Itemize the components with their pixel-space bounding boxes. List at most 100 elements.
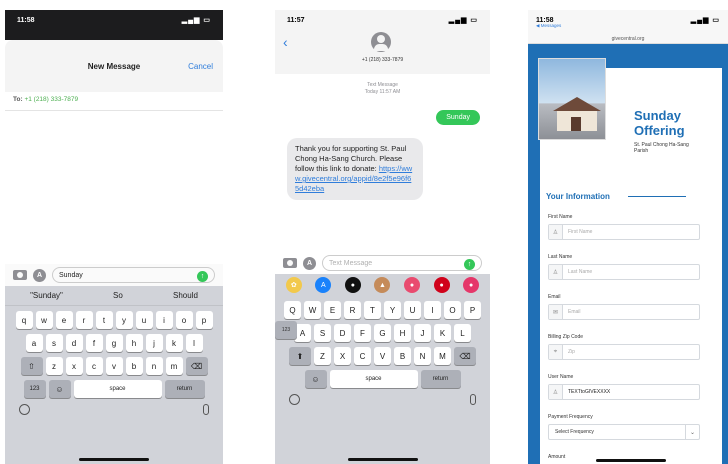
microphone-icon[interactable]	[470, 394, 476, 405]
stickers-app-icon[interactable]: ●	[404, 277, 421, 293]
zip-input[interactable]: ⌖ Zip	[548, 344, 700, 360]
phone1-key-s[interactable]: s	[45, 334, 63, 352]
username-input[interactable]: ♙ TEXTtoGIVEXXXX	[548, 384, 700, 400]
phone2-key-t[interactable]: T	[364, 301, 381, 319]
last-name-input[interactable]: ♙ Last Name	[548, 264, 700, 280]
phone2-key-h[interactable]: H	[394, 324, 411, 342]
phone1-key-i[interactable]: i	[155, 311, 173, 329]
phone2-key-c[interactable]: C	[354, 347, 371, 365]
phone2-key-o[interactable]: O	[444, 301, 461, 319]
phone2-key-x[interactable]: X	[334, 347, 351, 365]
phone2-key-e[interactable]: E	[324, 301, 341, 319]
phone2-key-f[interactable]: F	[354, 324, 371, 342]
send-arrow-icon[interactable]: ↑	[197, 271, 208, 282]
phone2-key-d[interactable]: D	[334, 324, 351, 342]
space-key[interactable]: space	[73, 380, 162, 398]
prediction-3[interactable]: Should	[173, 291, 198, 300]
recipient-field[interactable]: To: +1 (218) 333-7879	[13, 96, 78, 103]
app-store-icon[interactable]: A	[33, 268, 46, 282]
status-time: 11:58	[17, 16, 35, 24]
phone1-key-f[interactable]: f	[85, 334, 103, 352]
app-store-app-icon[interactable]: A	[315, 277, 332, 293]
phone2-key-p[interactable]: P	[464, 301, 481, 319]
prediction-1[interactable]: "Sunday"	[30, 291, 63, 300]
photos-app-icon[interactable]: ✿	[285, 277, 302, 293]
conversation-header: 11:57 ▂▄▆ ▭ ‹ +1 (218) 333-7879	[275, 10, 490, 74]
phone2-key-m[interactable]: M	[434, 347, 451, 365]
phone2-key-g[interactable]: G	[374, 324, 391, 342]
emoji-key-icon[interactable]: ☺	[48, 380, 71, 398]
phone2-key-v[interactable]: V	[374, 347, 391, 365]
send-arrow-icon[interactable]: ↑	[464, 259, 475, 270]
phone1-key-m[interactable]: m	[165, 357, 183, 375]
phone1-key-c[interactable]: c	[85, 357, 103, 375]
delete-key-icon[interactable]: ⌫	[454, 347, 476, 365]
back-chevron-icon[interactable]: ‹	[283, 34, 288, 50]
return-key[interactable]: return	[420, 370, 461, 388]
phone1-key-y[interactable]: y	[115, 311, 133, 329]
phone2-key-l[interactable]: L	[454, 324, 471, 342]
phone1-key-g[interactable]: g	[105, 334, 123, 352]
phone2-key-b[interactable]: B	[394, 347, 411, 365]
phone2-key-n[interactable]: N	[414, 347, 431, 365]
contact-avatar[interactable]	[371, 32, 391, 52]
phone1-key-x[interactable]: x	[65, 357, 83, 375]
return-key[interactable]: return	[164, 380, 205, 398]
phone2-key-w[interactable]: W	[304, 301, 321, 319]
phone1-key-n[interactable]: n	[145, 357, 163, 375]
apple-pay-app-icon[interactable]: ●	[344, 277, 361, 293]
phone1-key-w[interactable]: w	[35, 311, 53, 329]
phone1-key-r[interactable]: r	[75, 311, 93, 329]
phone1-key-u[interactable]: u	[135, 311, 153, 329]
email-input[interactable]: ✉ Email	[548, 304, 700, 320]
phone1-key-b[interactable]: b	[125, 357, 143, 375]
phone1-key-p[interactable]: p	[195, 311, 213, 329]
first-name-input[interactable]: ♙ First Name	[548, 224, 700, 240]
digital-touch-app-icon[interactable]: ●	[433, 277, 450, 293]
microphone-icon[interactable]	[203, 404, 209, 415]
phone2-key-y[interactable]: Y	[384, 301, 401, 319]
memoji-app-icon[interactable]: ▲	[374, 277, 391, 293]
phone1-key-d[interactable]: d	[65, 334, 83, 352]
phone2-key-z[interactable]: Z	[314, 347, 331, 365]
message-input[interactable]: Text Message ↑	[322, 255, 482, 271]
phone1-key-l[interactable]: l	[185, 334, 203, 352]
delete-key-icon[interactable]: ⌫	[185, 357, 208, 375]
frequency-select[interactable]: Select Frequency ⌄	[548, 424, 700, 440]
space-key[interactable]: space	[329, 370, 418, 388]
shift-key-icon[interactable]: ⇧	[20, 357, 43, 375]
shift-key-icon[interactable]: ⬆	[289, 347, 311, 365]
to-label: To:	[13, 96, 23, 103]
phone1-key-e[interactable]: e	[55, 311, 73, 329]
phone1-key-o[interactable]: o	[175, 311, 193, 329]
phone2-key-k[interactable]: K	[434, 324, 451, 342]
prediction-2[interactable]: So	[113, 291, 123, 300]
phone1-key-j[interactable]: j	[145, 334, 163, 352]
phone2-key-i[interactable]: I	[424, 301, 441, 319]
phone1-key-q[interactable]: q	[15, 311, 33, 329]
camera-icon[interactable]	[283, 258, 297, 268]
globe-icon[interactable]	[19, 404, 30, 415]
numbers-key[interactable]: 123	[23, 380, 46, 398]
app-store-icon[interactable]: A	[303, 256, 316, 270]
phone1-key-z[interactable]: z	[45, 357, 63, 375]
emoji-key-icon[interactable]: ☺	[304, 370, 327, 388]
phone1-key-t[interactable]: t	[95, 311, 113, 329]
back-to-messages-link[interactable]: ◀ Messages	[536, 23, 561, 29]
phone1-key-a[interactable]: a	[25, 334, 43, 352]
camera-icon[interactable]	[13, 270, 27, 280]
url-bar[interactable]: givecentral.org	[528, 36, 728, 42]
globe-icon[interactable]	[289, 394, 300, 405]
phone2-key-q[interactable]: Q	[284, 301, 301, 319]
music-app-icon[interactable]: ●	[463, 277, 480, 293]
numbers-key[interactable]: 123	[275, 321, 297, 339]
phone2-key-s[interactable]: S	[314, 324, 331, 342]
phone2-key-j[interactable]: J	[414, 324, 431, 342]
cancel-button[interactable]: Cancel	[188, 62, 213, 71]
message-input[interactable]: Sunday ↑	[52, 267, 215, 283]
phone2-key-u[interactable]: U	[404, 301, 421, 319]
phone2-key-r[interactable]: R	[344, 301, 361, 319]
phone1-key-h[interactable]: h	[125, 334, 143, 352]
phone1-key-k[interactable]: k	[165, 334, 183, 352]
phone1-key-v[interactable]: v	[105, 357, 123, 375]
